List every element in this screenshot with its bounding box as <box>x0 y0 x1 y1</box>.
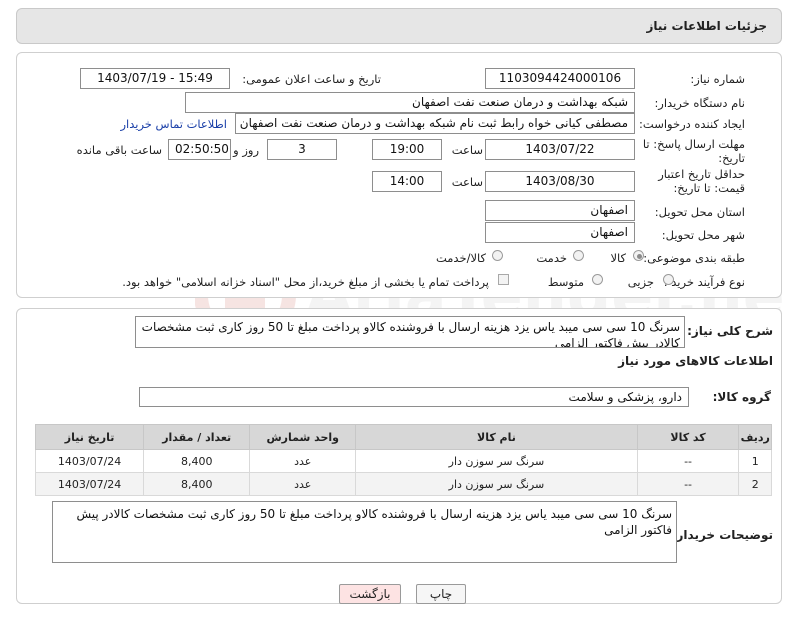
validity-label-text: حداقل تاریخ اعتبار قیمت: تا تاریخ: <box>658 167 745 195</box>
table-row: 1 -- سرنگ سر سوزن دار عدد 8,400 1403/07/… <box>34 449 772 473</box>
deadline-date-field: 1403/07/22 <box>485 139 635 160</box>
payment-note: پرداخت تمام یا بخشی از مبلغ خرید،از محل … <box>122 275 489 289</box>
cell-row: 2 <box>738 472 772 496</box>
goods-section-title: اطلاعات کالاهای مورد نیاز <box>618 354 773 368</box>
deadline-time-field: 19:00 <box>372 139 442 160</box>
cell-code: -- <box>636 472 740 496</box>
back-button[interactable]: بازگشت <box>339 584 401 604</box>
announce-label: تاریخ و ساعت اعلان عمومی: <box>242 72 381 86</box>
col-code: کد کالا <box>636 424 740 450</box>
deadline-label: مهلت ارسال پاسخ: تا تاریخ: <box>635 137 745 165</box>
province-field: اصفهان <box>485 200 635 221</box>
summary-label: شرح کلی نیاز: <box>687 324 773 338</box>
goods-table-header: ردیف کد کالا نام کالا واحد شمارش تعداد /… <box>34 424 772 450</box>
need-number-field: 1103094424000106 <box>485 68 635 89</box>
requester-label: ایجاد کننده درخواست: <box>639 117 745 131</box>
deadline-label-text: مهلت ارسال پاسخ: تا تاریخ: <box>642 137 745 165</box>
remaining-time-field: 02:50:50 <box>168 139 231 160</box>
buyer-notes-textarea[interactable]: سرنگ 10 سی سی میبد یاس یزد هزینه ارسال ب… <box>52 501 677 563</box>
summary-textarea[interactable]: سرنگ 10 سی سی میبد یاس یزد هزینه ارسال ب… <box>135 316 685 348</box>
category-option-service: خدمت <box>536 251 567 265</box>
page-title: جزئیات اطلاعات نیاز <box>646 19 767 33</box>
process-radio-minor[interactable] <box>663 274 674 285</box>
buyer-org-field: شبکه بهداشت و درمان صنعت نفت اصفهان <box>185 92 635 113</box>
deadline-time-label: ساعت <box>451 143 483 157</box>
province-label: استان محل تحویل: <box>654 205 745 219</box>
category-radio-service[interactable] <box>573 250 584 261</box>
process-radio-medium[interactable] <box>592 274 603 285</box>
goods-group-field: دارو، پزشکی و سلامت <box>139 387 689 407</box>
validity-time-field: 14:00 <box>372 171 442 192</box>
validity-label: حداقل تاریخ اعتبار قیمت: تا تاریخ: <box>630 167 745 195</box>
validity-time-label: ساعت <box>451 175 483 189</box>
print-button[interactable]: چاپ <box>416 584 466 604</box>
col-qty: تعداد / مقدار <box>143 424 251 450</box>
buyer-notes-label: توضیحات خریدار: <box>671 528 773 542</box>
category-radio-goods-service[interactable] <box>492 250 503 261</box>
col-row: ردیف <box>738 424 772 450</box>
validity-date-field: 1403/08/30 <box>485 171 635 192</box>
requester-field: مصطفی کیانی خواه رابط ثبت نام شبکه بهداش… <box>235 113 635 134</box>
announce-field: 1403/07/19 - 15:49 <box>80 68 230 89</box>
cell-qty: 8,400 <box>143 449 251 473</box>
page-header: جزئیات اطلاعات نیاز <box>16 8 782 44</box>
remaining-label: ساعت باقی مانده <box>76 143 162 157</box>
cell-qty: 8,400 <box>143 472 251 496</box>
cell-unit: عدد <box>249 449 357 473</box>
city-field: اصفهان <box>485 222 635 243</box>
cell-date: 1403/07/24 <box>34 472 145 496</box>
days-label: روز و <box>233 143 259 157</box>
col-unit: واحد شمارش <box>249 424 357 450</box>
process-option-minor: جزیی <box>627 275 654 289</box>
payment-checkbox[interactable] <box>498 274 509 285</box>
category-option-goods-service: کالا/خدمت <box>435 251 486 265</box>
process-label: نوع فرآیند خرید : <box>663 275 745 289</box>
cell-name: سرنگ سر سوزن دار <box>355 472 638 496</box>
category-radio-goods[interactable] <box>633 250 644 261</box>
goods-table: ردیف کد کالا نام کالا واحد شمارش تعداد /… <box>34 424 772 496</box>
cell-row: 1 <box>738 449 772 473</box>
col-name: نام کالا <box>355 424 638 450</box>
city-label: شهر محل تحویل: <box>661 228 745 242</box>
goods-group-label: گروه کالا: <box>712 390 771 404</box>
contact-buyer-link[interactable]: اطلاعات تماس خریدار <box>120 117 227 131</box>
cell-code: -- <box>636 449 740 473</box>
category-label: طبقه بندی موضوعی: <box>643 251 745 265</box>
cell-unit: عدد <box>249 472 357 496</box>
buyer-org-label: نام دستگاه خریدار: <box>654 96 745 110</box>
col-date: تاریخ نیاز <box>34 424 145 450</box>
days-field: 3 <box>267 139 337 160</box>
cell-date: 1403/07/24 <box>34 449 145 473</box>
process-option-medium: متوسط <box>547 275 584 289</box>
cell-name: سرنگ سر سوزن دار <box>355 449 638 473</box>
category-option-goods: کالا <box>610 251 626 265</box>
need-number-label: شماره نیاز: <box>690 72 745 86</box>
table-row: 2 -- سرنگ سر سوزن دار عدد 8,400 1403/07/… <box>34 472 772 496</box>
